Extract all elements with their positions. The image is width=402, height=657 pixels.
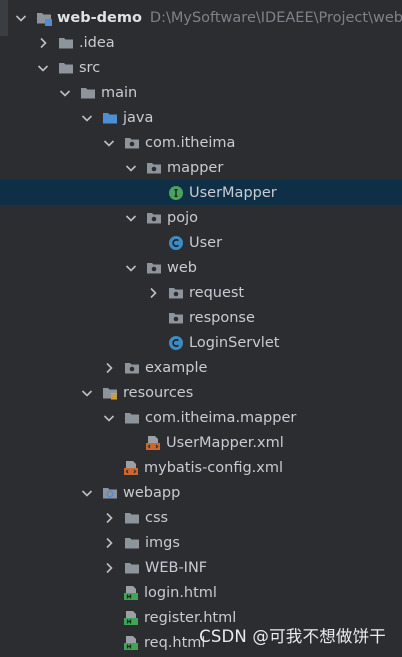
chevron-down-icon[interactable] (123, 210, 139, 226)
folder-icon (124, 510, 140, 526)
tree-row-login-html[interactable]: login.html (0, 580, 402, 605)
tree-row-usermapper[interactable]: UserMapper (0, 180, 402, 205)
source-folder-icon (102, 110, 118, 126)
csdn-watermark: CSDN @可我不想做饼干 (199, 627, 386, 646)
chevron-down-icon[interactable] (57, 85, 73, 101)
xml-file-icon (123, 460, 139, 476)
tree-row-imgs[interactable]: imgs (0, 530, 402, 555)
tree-row-request[interactable]: request (0, 280, 402, 305)
tree-item-label: response (189, 309, 255, 326)
folder-icon (80, 85, 96, 101)
chevron-right-icon[interactable] (101, 510, 117, 526)
tree-row-mybatis-config[interactable]: mybatis-config.xml (0, 455, 402, 480)
module-folder-icon (36, 10, 52, 26)
chevron-down-icon[interactable] (101, 410, 117, 426)
chevron-right-icon[interactable] (145, 285, 161, 301)
tree-row-example[interactable]: example (0, 355, 402, 380)
folder-icon (58, 35, 74, 51)
chevron-right-icon[interactable] (101, 360, 117, 376)
chevron-right-icon[interactable] (101, 535, 117, 551)
tree-item-label: example (145, 359, 208, 376)
class-icon (168, 335, 184, 351)
tree-item-label: pojo (167, 209, 198, 226)
chevron-right-icon[interactable] (35, 35, 51, 51)
tree-row-user[interactable]: User (0, 230, 402, 255)
folder-icon (124, 535, 140, 551)
html-file-icon (123, 610, 139, 626)
project-tree: web-demo D:\MySoftware\IDEAEE\Project\we… (0, 0, 402, 657)
tree-item-label: .idea (79, 34, 115, 51)
chevron-down-icon[interactable] (35, 60, 51, 76)
tree-row-web-demo[interactable]: web-demo D:\MySoftware\IDEAEE\Project\we… (0, 5, 402, 30)
tree-item-label: src (79, 59, 101, 76)
class-icon (168, 235, 184, 251)
tree-row-mapper[interactable]: mapper (0, 155, 402, 180)
tree-item-label: java (123, 109, 154, 126)
resources-folder-icon (102, 385, 118, 401)
html-file-icon (123, 635, 139, 651)
chevron-down-icon[interactable] (79, 385, 95, 401)
tree-row-web[interactable]: web (0, 255, 402, 280)
tree-row-css[interactable]: css (0, 505, 402, 530)
root-project-label: web-demo (57, 9, 142, 26)
tree-row-web-inf[interactable]: WEB-INF (0, 555, 402, 580)
chevron-down-icon[interactable] (123, 160, 139, 176)
package-icon (146, 260, 162, 276)
tree-item-label: webapp (123, 484, 181, 501)
tree-item-label: UserMapper (189, 184, 277, 201)
chevron-right-icon[interactable] (101, 560, 117, 576)
tree-row-response[interactable]: response (0, 305, 402, 330)
tree-item-label: request (189, 284, 245, 301)
tree-row-loginservlet[interactable]: LoginServlet (0, 330, 402, 355)
tree-item-label: web (167, 259, 197, 276)
package-icon (168, 285, 184, 301)
tree-item-label: mapper (167, 159, 224, 176)
tree-row-pojo[interactable]: pojo (0, 205, 402, 230)
tree-item-label: main (101, 84, 138, 101)
root-project-path: D:\MySoftware\IDEAEE\Project\web (149, 9, 402, 26)
tree-item-label: req.html (144, 634, 206, 651)
tree-row-webapp[interactable]: webapp (0, 480, 402, 505)
tree-item-label: login.html (144, 584, 217, 601)
package-icon (124, 135, 140, 151)
html-file-icon (123, 585, 139, 601)
package-icon (146, 210, 162, 226)
chevron-down-icon[interactable] (101, 135, 117, 151)
tree-item-label: imgs (145, 534, 180, 551)
tree-item-label: com.itheima.mapper (145, 409, 297, 426)
folder-icon (124, 410, 140, 426)
tree-row-src[interactable]: src (0, 55, 402, 80)
tree-item-label: UserMapper.xml (166, 434, 284, 451)
tree-item-label: WEB-INF (145, 559, 208, 576)
package-icon (124, 360, 140, 376)
tree-row-usermapper-xml[interactable]: UserMapper.xml (0, 430, 402, 455)
chevron-down-icon[interactable] (79, 485, 95, 501)
tree-item-label: User (189, 234, 223, 251)
xml-file-icon (145, 435, 161, 451)
tree-item-label: css (145, 509, 169, 526)
package-icon (146, 160, 162, 176)
chevron-down-icon[interactable] (79, 110, 95, 126)
tree-item-label: resources (123, 384, 194, 401)
folder-icon (124, 560, 140, 576)
tree-row-java[interactable]: java (0, 105, 402, 130)
chevron-down-icon[interactable] (13, 10, 29, 26)
folder-icon (58, 60, 74, 76)
tree-item-label: com.itheima (145, 134, 236, 151)
tree-row-com-itheima-mapper[interactable]: com.itheima.mapper (0, 405, 402, 430)
tree-item-label: LoginServlet (189, 334, 280, 351)
interface-icon (168, 185, 184, 201)
web-folder-icon (102, 485, 118, 501)
package-icon (168, 310, 184, 326)
tree-row-main[interactable]: main (0, 80, 402, 105)
tree-item-label: mybatis-config.xml (144, 459, 284, 476)
tree-row-idea[interactable]: .idea (0, 30, 402, 55)
tree-row-resources[interactable]: resources (0, 380, 402, 405)
tree-row-com-itheima[interactable]: com.itheima (0, 130, 402, 155)
chevron-down-icon[interactable] (123, 260, 139, 276)
